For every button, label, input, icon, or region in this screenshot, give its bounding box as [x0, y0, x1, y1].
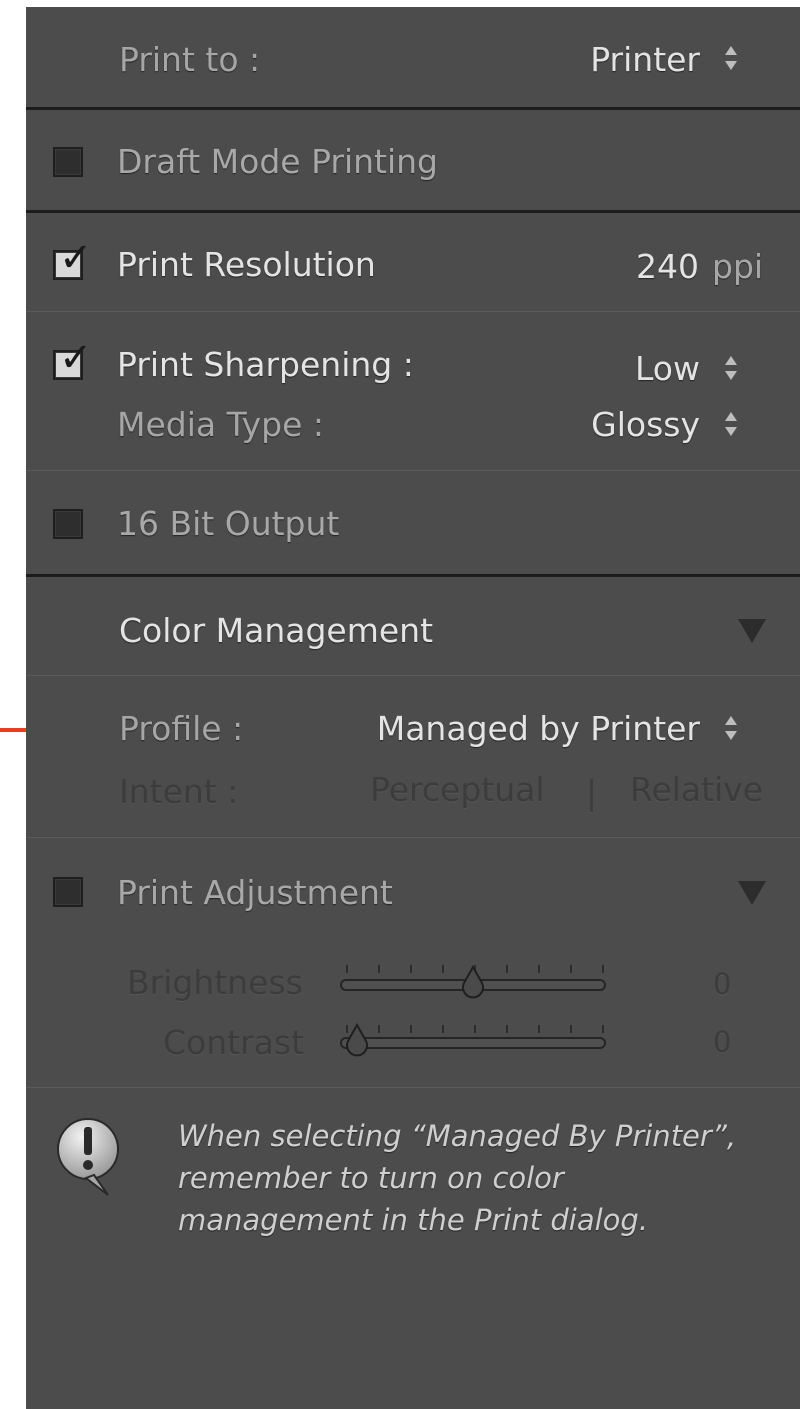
print-adjustment-collapse-icon[interactable] [738, 881, 766, 905]
print-adjustment-checkbox[interactable] [53, 877, 83, 907]
print-sharpening-label: Print Sharpening : [117, 345, 414, 384]
divider [26, 107, 800, 110]
tick [570, 965, 572, 973]
print-to-updown-icon[interactable] [724, 45, 738, 71]
intent-perceptual-option[interactable]: Perceptual [370, 770, 545, 809]
print-job-panel: Print to : Printer Draft Mode Printing ✓… [26, 7, 800, 1409]
print-to-label: Print to : [119, 40, 261, 79]
brightness-label: Brightness [127, 963, 303, 1002]
tick [538, 965, 540, 973]
print-resolution-checkbox[interactable]: ✓ [53, 238, 93, 280]
draft-mode-checkbox[interactable] [53, 147, 83, 177]
print-sharpening-select[interactable]: Low [635, 349, 700, 388]
bit-output-label: 16 Bit Output [117, 504, 340, 543]
contrast-slider[interactable] [340, 1037, 606, 1049]
tick [410, 1025, 412, 1033]
media-type-label: Media Type : [117, 405, 325, 444]
divider [26, 675, 800, 676]
print-resolution-unit: ppi [712, 247, 764, 286]
tick [602, 965, 604, 973]
draft-mode-label: Draft Mode Printing [117, 142, 439, 181]
notice-line-1: When selecting “Managed By Printer”, [178, 1119, 737, 1153]
divider [26, 1087, 800, 1088]
tick [538, 1025, 540, 1033]
color-management-collapse-icon[interactable] [738, 619, 766, 643]
print-to-select[interactable]: Printer [590, 40, 700, 79]
print-adjustment-label: Print Adjustment [117, 873, 393, 912]
profile-label: Profile : [119, 709, 244, 748]
print-resolution-label: Print Resolution [117, 245, 376, 284]
tick [378, 1025, 380, 1033]
notice-line-3: management in the Print dialog. [178, 1203, 649, 1237]
tick [442, 965, 444, 973]
brightness-slider-thumb[interactable] [456, 965, 490, 999]
divider [26, 311, 800, 312]
checkmark-icon: ✓ [59, 235, 93, 281]
media-type-updown-icon[interactable] [724, 411, 738, 437]
tick [602, 1025, 604, 1033]
checkmark-icon: ✓ [59, 335, 93, 381]
divider [26, 470, 800, 471]
tick [442, 1025, 444, 1033]
profile-updown-icon[interactable] [724, 715, 738, 741]
intent-relative-option[interactable]: Relative [630, 770, 763, 809]
notice-line-2: remember to turn on color [178, 1161, 564, 1195]
tick [410, 965, 412, 973]
tick [378, 965, 380, 973]
tick [506, 1025, 508, 1033]
divider [26, 210, 800, 213]
contrast-ticks [346, 1025, 608, 1033]
contrast-slider-thumb[interactable] [340, 1023, 374, 1057]
contrast-label: Contrast [163, 1023, 305, 1062]
sharpening-updown-icon[interactable] [724, 355, 738, 381]
tick [570, 1025, 572, 1033]
profile-select[interactable]: Managed by Printer [377, 709, 700, 748]
print-resolution-value[interactable]: 240 [636, 247, 699, 286]
notice-text: When selecting “Managed By Printer”, rem… [178, 1115, 736, 1241]
bit-output-checkbox[interactable] [53, 509, 83, 539]
divider [26, 574, 800, 577]
tick [506, 965, 508, 973]
exclamation-bubble-icon [57, 1118, 119, 1196]
print-sharpening-checkbox[interactable]: ✓ [53, 338, 93, 380]
color-management-title: Color Management [119, 611, 434, 650]
tick [474, 1025, 476, 1033]
intent-label: Intent : [119, 772, 239, 811]
divider [26, 837, 800, 838]
contrast-value: 0 [713, 1025, 732, 1059]
intent-separator: | [586, 773, 598, 812]
brightness-value: 0 [713, 967, 732, 1001]
tick [346, 965, 348, 973]
media-type-select[interactable]: Glossy [591, 405, 700, 444]
